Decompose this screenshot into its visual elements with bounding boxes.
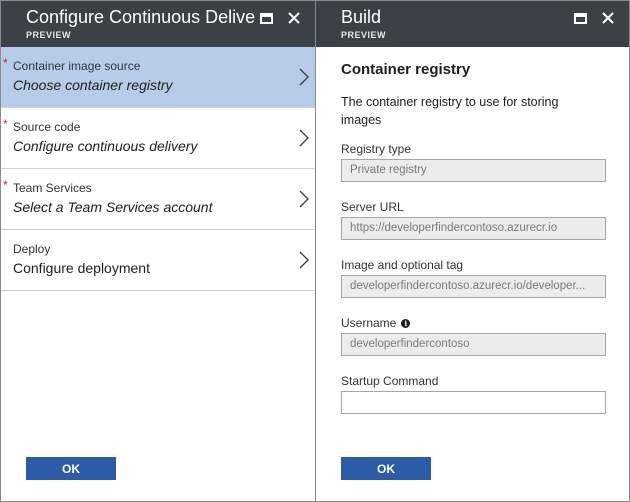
maximize-icon: [259, 12, 273, 24]
section-title: Container registry: [341, 61, 471, 78]
ok-button[interactable]: OK: [341, 457, 431, 480]
section-description: The container registry to use for storin…: [341, 95, 559, 127]
chevron-right-icon: [299, 190, 309, 208]
close-button[interactable]: [599, 9, 617, 27]
blade-header: Build PREVIEW: [316, 1, 629, 47]
step-label: Deploy: [13, 242, 51, 256]
close-icon: [602, 12, 614, 24]
chevron-right-icon: [299, 68, 309, 86]
username-label: Username i: [341, 316, 411, 330]
field-label-text: Startup Command: [341, 374, 439, 388]
step-label: Source code: [13, 120, 81, 134]
maximize-button[interactable]: [257, 9, 275, 27]
maximize-button[interactable]: [571, 9, 589, 27]
configure-continuous-delivery-blade: Configure Continuous Delive... PREVIEW *…: [0, 0, 316, 502]
step-value: Configure deployment: [13, 260, 150, 276]
step-value: Configure continuous delivery: [13, 138, 198, 154]
blade-title: Configure Continuous Delive...: [26, 7, 256, 27]
field-label-text: Registry type: [341, 142, 412, 156]
image-tag-field[interactable]: developerfindercontoso.azurecr.io/develo…: [341, 275, 606, 298]
step-value: Select a Team Services account: [13, 199, 213, 215]
image-tag-label: Image and optional tag: [341, 258, 463, 272]
step-source-code[interactable]: * Source code Configure continuous deliv…: [1, 108, 315, 169]
field-label-text: Username: [341, 316, 397, 330]
startup-command-input[interactable]: [341, 391, 606, 414]
required-marker: *: [3, 117, 8, 131]
chevron-right-icon: [299, 251, 309, 269]
build-blade: Build PREVIEW Container registry The con…: [315, 0, 630, 502]
info-icon[interactable]: i: [401, 318, 411, 328]
step-list: * Container image source Choose containe…: [1, 47, 315, 291]
chevron-right-icon: [299, 129, 309, 147]
username-field[interactable]: developerfindercontoso: [341, 333, 606, 356]
required-marker: *: [3, 56, 8, 70]
registry-type-field[interactable]: Private registry: [341, 159, 606, 182]
step-label: Container image source: [13, 59, 141, 73]
registry-type-label: Registry type: [341, 142, 411, 156]
close-icon: [288, 12, 300, 24]
required-marker: *: [3, 178, 8, 192]
step-value: Choose container registry: [13, 77, 173, 93]
step-deploy[interactable]: Deploy Configure deployment: [1, 230, 315, 291]
maximize-icon: [573, 12, 587, 24]
blade-header: Configure Continuous Delive... PREVIEW: [1, 1, 315, 47]
step-team-services[interactable]: * Team Services Select a Team Services a…: [1, 169, 315, 230]
field-label-text: Server URL: [341, 200, 404, 214]
blade-subtitle: PREVIEW: [341, 30, 387, 40]
blade-title: Build: [341, 7, 382, 27]
server-url-label: Server URL: [341, 200, 404, 214]
step-container-image-source[interactable]: * Container image source Choose containe…: [1, 47, 315, 108]
ok-button[interactable]: OK: [26, 457, 116, 480]
field-label-text: Image and optional tag: [341, 258, 464, 272]
blade-subtitle: PREVIEW: [26, 30, 72, 40]
close-button[interactable]: [285, 9, 303, 27]
step-label: Team Services: [13, 181, 92, 195]
server-url-field[interactable]: https://developerfindercontoso.azurecr.i…: [341, 217, 606, 240]
startup-command-label: Startup Command: [341, 374, 438, 388]
